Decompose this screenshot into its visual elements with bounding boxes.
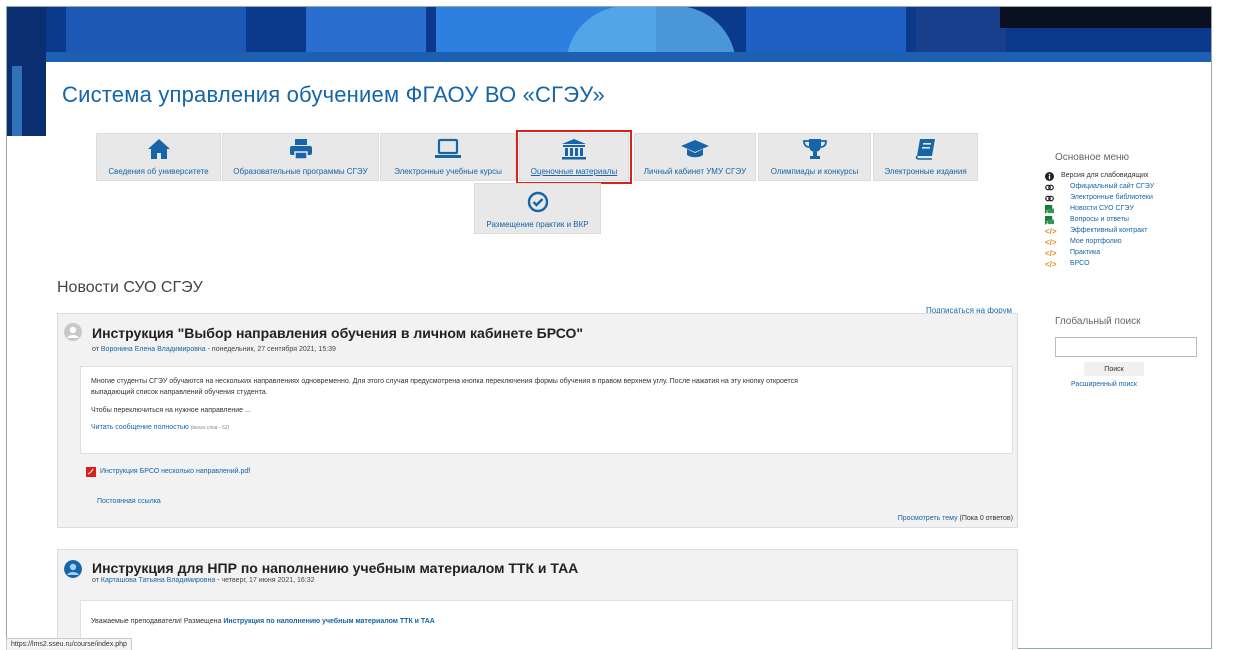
reply-count: (Пока 0 ответов): [957, 515, 1013, 522]
glow-stripe: [12, 66, 22, 136]
laptop-icon: [435, 138, 461, 158]
menu-item-label: Новости СУО СГЭУ: [1070, 205, 1134, 212]
post-text: Уважаемые преподаватели! Размещена Инстр…: [91, 616, 435, 627]
user-avatar-icon: [64, 560, 82, 578]
menu-item-label: Версия для слабовидящих: [1061, 172, 1149, 179]
instruction-link[interactable]: Инструкция по наполнению учебным материа…: [223, 618, 435, 625]
menu-item-label: Вопросы и ответы: [1070, 216, 1129, 223]
post-text: выпадающий список направлений обучения с…: [91, 389, 268, 396]
menu-item-label: Мое портфолио: [1070, 238, 1122, 245]
tile-label: Личный кабинет УМУ СГЭУ: [643, 167, 747, 176]
news-heading: Новости СУО СГЭУ: [57, 279, 203, 296]
read-more-link[interactable]: Читать сообщение полностью: [91, 424, 189, 431]
tile-label: Сведения об университете: [108, 167, 209, 176]
status-bar-url: https://lms2.sseu.ru/course/index.php: [6, 638, 132, 650]
link-icon: [1045, 184, 1054, 191]
permalink[interactable]: Постоянная ссылка: [97, 498, 161, 505]
menu-item-label: БРСО: [1070, 260, 1090, 267]
code-icon: </>: [1045, 227, 1057, 236]
post-meta: от Карташова Татьяна Владимировна - четв…: [92, 577, 315, 584]
tile-practice-placement[interactable]: Размещение практик и ВКР: [474, 183, 601, 234]
search-button[interactable]: Поиск: [1084, 362, 1144, 376]
post-text: Многие студенты СГЭУ обучаются на нескол…: [91, 378, 798, 385]
banner-dark-area: [1000, 6, 1212, 28]
post-title: Инструкция "Выбор направления обучения в…: [92, 325, 584, 341]
post-text-prefix: Уважаемые преподаватели! Размещена: [91, 618, 224, 625]
site-title: Система управления обучением ФГАОУ ВО «С…: [62, 82, 605, 107]
university-icon: [562, 139, 586, 160]
read-more-row: Читать сообщение полностью (всего слов -…: [91, 422, 229, 434]
forum-icon: [1045, 216, 1054, 225]
tile-e-publications[interactable]: Электронные издания: [873, 133, 978, 181]
user-avatar-icon: [64, 323, 82, 341]
menu-item-label: Официальный сайт СГЭУ: [1070, 183, 1155, 190]
tile-university-info[interactable]: Сведения об университете: [96, 133, 221, 181]
thread-info: Просмотреть тему (Пока 0 ответов): [898, 515, 1013, 522]
tile-label: Размещение практик и ВКР: [486, 220, 589, 229]
link-icon: [1045, 195, 1054, 202]
menu-item-label: Практика: [1070, 249, 1101, 256]
info-circle-icon: [1045, 172, 1054, 181]
view-topic-link[interactable]: Просмотреть тему: [898, 515, 958, 522]
main-menu-title: Основное меню: [1055, 152, 1130, 163]
tile-label: Оценочные материалы: [530, 167, 618, 176]
attachment-link[interactable]: Инструкция БРСО несколько направлений.pd…: [100, 468, 250, 475]
forum-post: Инструкция "Выбор направления обучения в…: [57, 313, 1018, 528]
forum-icon: [1045, 205, 1054, 214]
code-icon: </>: [1045, 238, 1057, 247]
post-title: Инструкция для НПР по наполнению учебным…: [92, 560, 579, 576]
tile-label: Электронные издания: [884, 167, 967, 176]
meta-prefix: от: [92, 577, 101, 584]
forum-post: Инструкция для НПР по наполнению учебным…: [57, 549, 1018, 650]
post-body: Многие студенты СГЭУ обучаются на нескол…: [80, 366, 1013, 454]
panel-top-accent: [46, 52, 1212, 62]
author-link[interactable]: Воронина Елена Владимировна: [101, 346, 206, 353]
pdf-icon: [86, 467, 96, 477]
tile-olympiads[interactable]: Олимпиады и конкурсы: [758, 133, 871, 181]
menu-item-label: Электронные библиотеки: [1070, 194, 1153, 201]
code-icon: </>: [1045, 260, 1057, 269]
code-icon: </>: [1045, 249, 1057, 258]
trophy-icon: [802, 139, 827, 159]
post-meta: от Воронина Елена Владимировна - понедел…: [92, 346, 336, 353]
graduation-cap-icon: [681, 140, 709, 158]
left-edge-decoration: [6, 6, 46, 136]
printer-icon: [289, 139, 312, 160]
tile-assessment-materials[interactable]: Оценочные материалы: [516, 130, 632, 184]
advanced-search-link[interactable]: Расширенный поиск: [1071, 381, 1137, 388]
meta-prefix: от: [92, 346, 101, 353]
post-text: Чтобы переключиться на нужное направлени…: [91, 407, 251, 414]
book-icon: [915, 139, 935, 160]
post-date: - четверг, 17 июня 2021, 16:32: [215, 577, 315, 584]
check-circle-icon: [527, 191, 548, 213]
tile-e-courses[interactable]: Электронные учебные курсы: [380, 133, 516, 181]
menu-item-label: Эффективный контракт: [1070, 227, 1148, 234]
post-body: Уважаемые преподаватели! Размещена Инстр…: [80, 600, 1013, 650]
tile-edu-programs[interactable]: Образовательные программы СГЭУ: [222, 133, 379, 181]
tile-label: Образовательные программы СГЭУ: [233, 167, 368, 176]
author-link[interactable]: Карташова Татьяна Владимировна: [101, 577, 215, 584]
word-count: (всего слов - 52): [190, 425, 230, 431]
tile-personal-cabinet[interactable]: Личный кабинет УМУ СГЭУ: [634, 133, 756, 181]
home-icon: [147, 139, 170, 159]
tile-label: Электронные учебные курсы: [394, 167, 502, 176]
global-search-input[interactable]: [1055, 337, 1197, 357]
post-date: - понедельник, 27 сентября 2021, 15:39: [205, 346, 336, 353]
tile-label: Олимпиады и конкурсы: [770, 167, 859, 176]
global-search-title: Глобальный поиск: [1055, 316, 1141, 327]
